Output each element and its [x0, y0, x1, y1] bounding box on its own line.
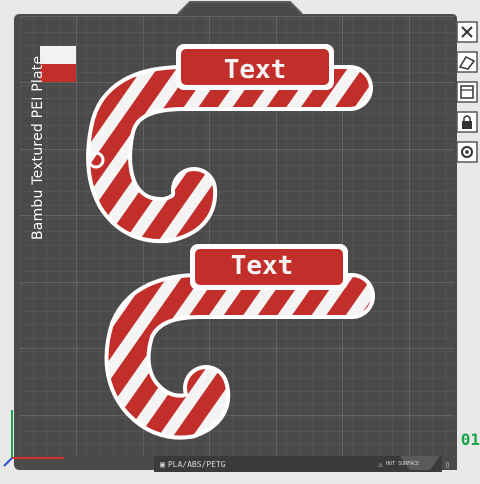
close-icon	[456, 21, 478, 43]
filament-type: ▣ PLA/ABS/PETG	[160, 459, 226, 469]
layers-icon	[456, 81, 478, 103]
layers-button[interactable]	[455, 80, 479, 104]
auto-arrange-button[interactable]	[455, 50, 479, 74]
settings-icon	[456, 141, 478, 163]
settings-button[interactable]	[455, 140, 479, 164]
plate-type-label: Bambu Textured PEI Plate	[30, 55, 46, 240]
cane-text: Text	[231, 251, 294, 281]
plate-number: 01	[460, 430, 480, 449]
3d-viewport[interactable]: Text Text Bambu Textured PEI Plate ▣ PLA…	[0, 0, 480, 480]
lock-icon	[456, 111, 478, 133]
hot-surface-warning: ⚠ HOT SURFACE	[378, 459, 420, 469]
plate-info-text: ▣ PLA/ABS/PETG ⚠ HOT SURFACE ▯	[150, 456, 450, 472]
close-button[interactable]	[455, 20, 479, 44]
auto-arrange-icon	[456, 51, 478, 73]
plate-toolbar	[454, 20, 480, 164]
lock-button[interactable]	[455, 110, 479, 134]
cane-text: Text	[224, 55, 287, 85]
phone-icon: ▯	[445, 459, 450, 469]
plate-icon: ▣	[160, 459, 165, 469]
build-plate-view[interactable]: Text Text	[0, 0, 480, 480]
warning-icon: ⚠	[378, 459, 384, 469]
